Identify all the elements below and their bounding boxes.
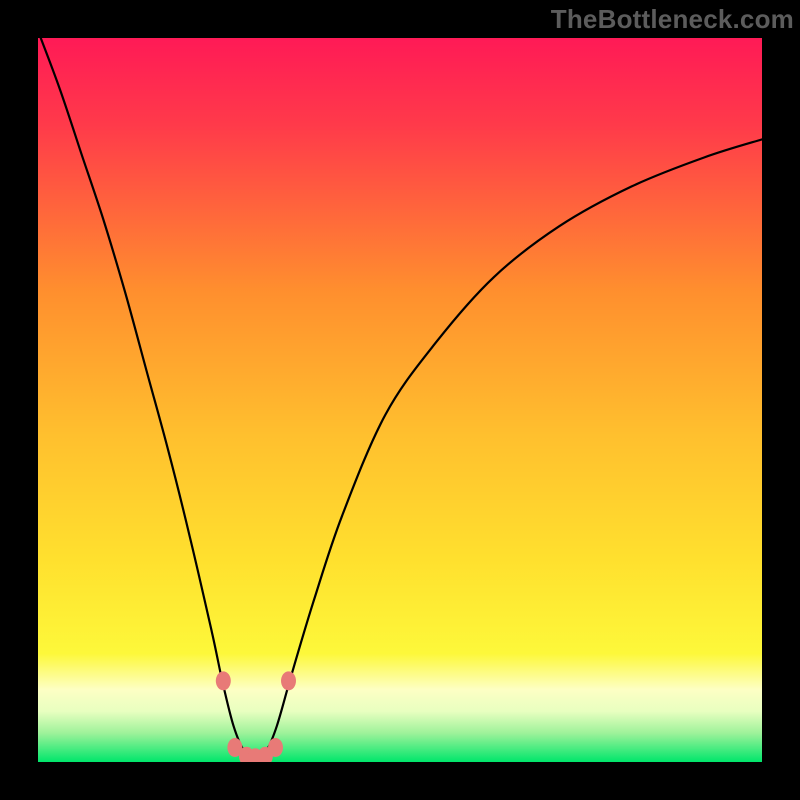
gradient-background: [38, 38, 762, 762]
chart-frame: TheBottleneck.com: [0, 0, 800, 800]
watermark-text: TheBottleneck.com: [551, 4, 794, 35]
curve-marker: [216, 671, 231, 690]
curve-marker: [281, 671, 296, 690]
bottleneck-chart: [38, 38, 762, 762]
curve-marker: [268, 738, 283, 757]
